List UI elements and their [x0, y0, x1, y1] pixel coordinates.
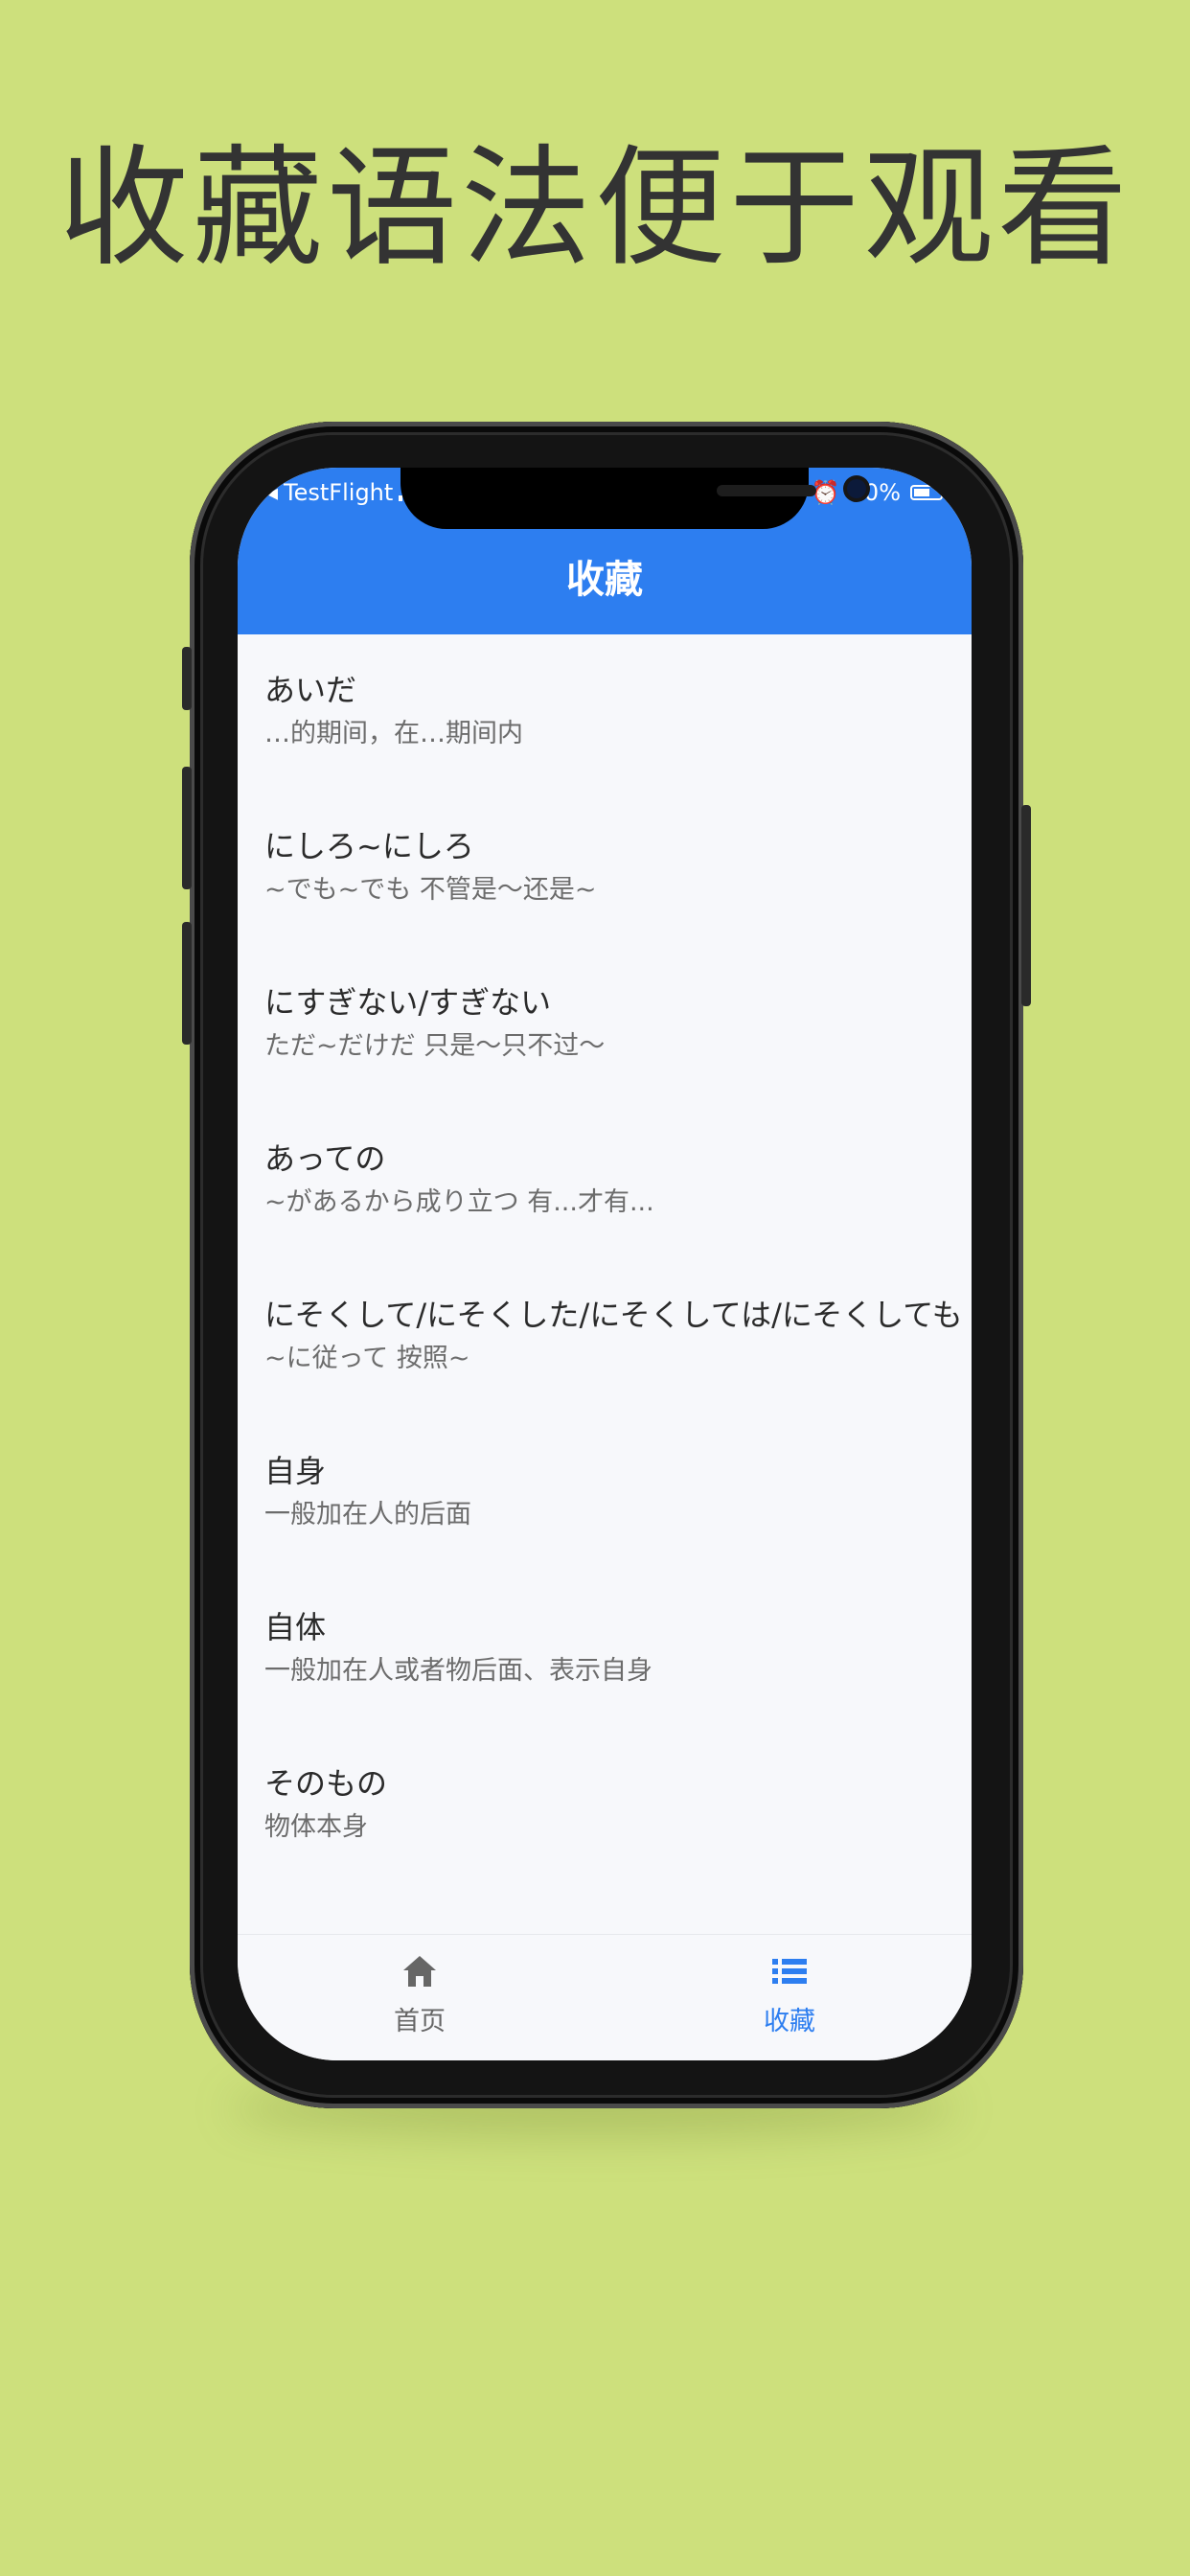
home-icon [403, 1956, 436, 1987]
battery-icon [910, 485, 943, 500]
back-arrow-icon[interactable]: ◂ [266, 479, 278, 506]
grammar-term: にしろ~にしろ [264, 828, 474, 864]
bottom-tab-bar: 首页 收藏 [238, 1934, 972, 2060]
grammar-meaning: 物体本身 [264, 1812, 368, 1842]
grammar-term: そのもの [264, 1765, 388, 1802]
grammar-meaning: ~があるから成り立つ 有...才有... [264, 1187, 654, 1217]
status-bar-left: ◂ TestFlight [266, 479, 421, 506]
front-camera [847, 479, 866, 498]
grammar-term: 自体 [264, 1609, 327, 1645]
favorites-list: あいだ …的期间，在…期间内 にしろ~にしろ ~でも~でも 不管是～还是~ にす… [238, 634, 972, 1884]
grammar-term: 自身 [264, 1453, 327, 1489]
grammar-term: にそくして/にそくした/にそくしては/にそくしても [264, 1297, 963, 1333]
tab-favorites[interactable]: 收藏 [694, 1952, 885, 2037]
list-item[interactable]: 自体 一般加在人或者物后面、表示自身 [238, 1572, 972, 1728]
grammar-term: あいだ [264, 672, 357, 708]
list-item[interactable]: そのもの 物体本身 [238, 1728, 972, 1884]
volume-down-button [182, 922, 192, 1045]
promo-headline: 收藏语法便于观看 [58, 133, 1132, 285]
phone-screen: ◂ TestFlight ⟳ ⏰ 60% 收藏 あいだ …的期间，在…期间内 に… [238, 468, 972, 2060]
grammar-term: にすぎない/すぎない [264, 984, 552, 1021]
list-item[interactable]: 自身 一般加在人的后面 [238, 1415, 972, 1572]
tab-home[interactable]: 首页 [324, 1952, 515, 2037]
list-icon [772, 1959, 807, 1984]
list-item[interactable]: にしろ~にしろ ~でも~でも 不管是～还是~ [238, 791, 972, 947]
app-header: ◂ TestFlight ⟳ ⏰ 60% 收藏 [238, 468, 972, 634]
list-item[interactable]: あっての ~があるから成り立つ 有...才有... [238, 1103, 972, 1259]
speaker [717, 485, 816, 496]
page-title: 收藏 [566, 558, 643, 602]
carrier-label: TestFlight [284, 479, 394, 506]
list-item[interactable]: にすぎない/すぎない ただ~だけだ 只是～只不过～ [238, 947, 972, 1103]
power-button [1021, 805, 1031, 1006]
grammar-meaning: ~に従って 按照~ [264, 1344, 470, 1373]
volume-up-button [182, 767, 192, 889]
grammar-meaning: …的期间，在…期间内 [264, 719, 523, 748]
notch [400, 468, 866, 529]
grammar-meaning: ~でも~でも 不管是～还是~ [264, 875, 597, 905]
tab-home-label: 首页 [394, 2007, 446, 2036]
list-item[interactable]: にそくして/にそくした/にそくしては/にそくしても ~に従って 按照~ [238, 1259, 972, 1415]
list-item[interactable]: あいだ …的期间，在…期间内 [238, 634, 972, 791]
grammar-meaning: 一般加在人或者物后面、表示自身 [264, 1656, 652, 1686]
grammar-term: あっての [264, 1140, 386, 1177]
grammar-meaning: 一般加在人的后面 [264, 1500, 471, 1530]
mute-switch [182, 647, 192, 710]
tab-favorites-label: 收藏 [764, 2007, 815, 2036]
grammar-meaning: ただ~だけだ 只是～只不过～ [264, 1031, 606, 1061]
